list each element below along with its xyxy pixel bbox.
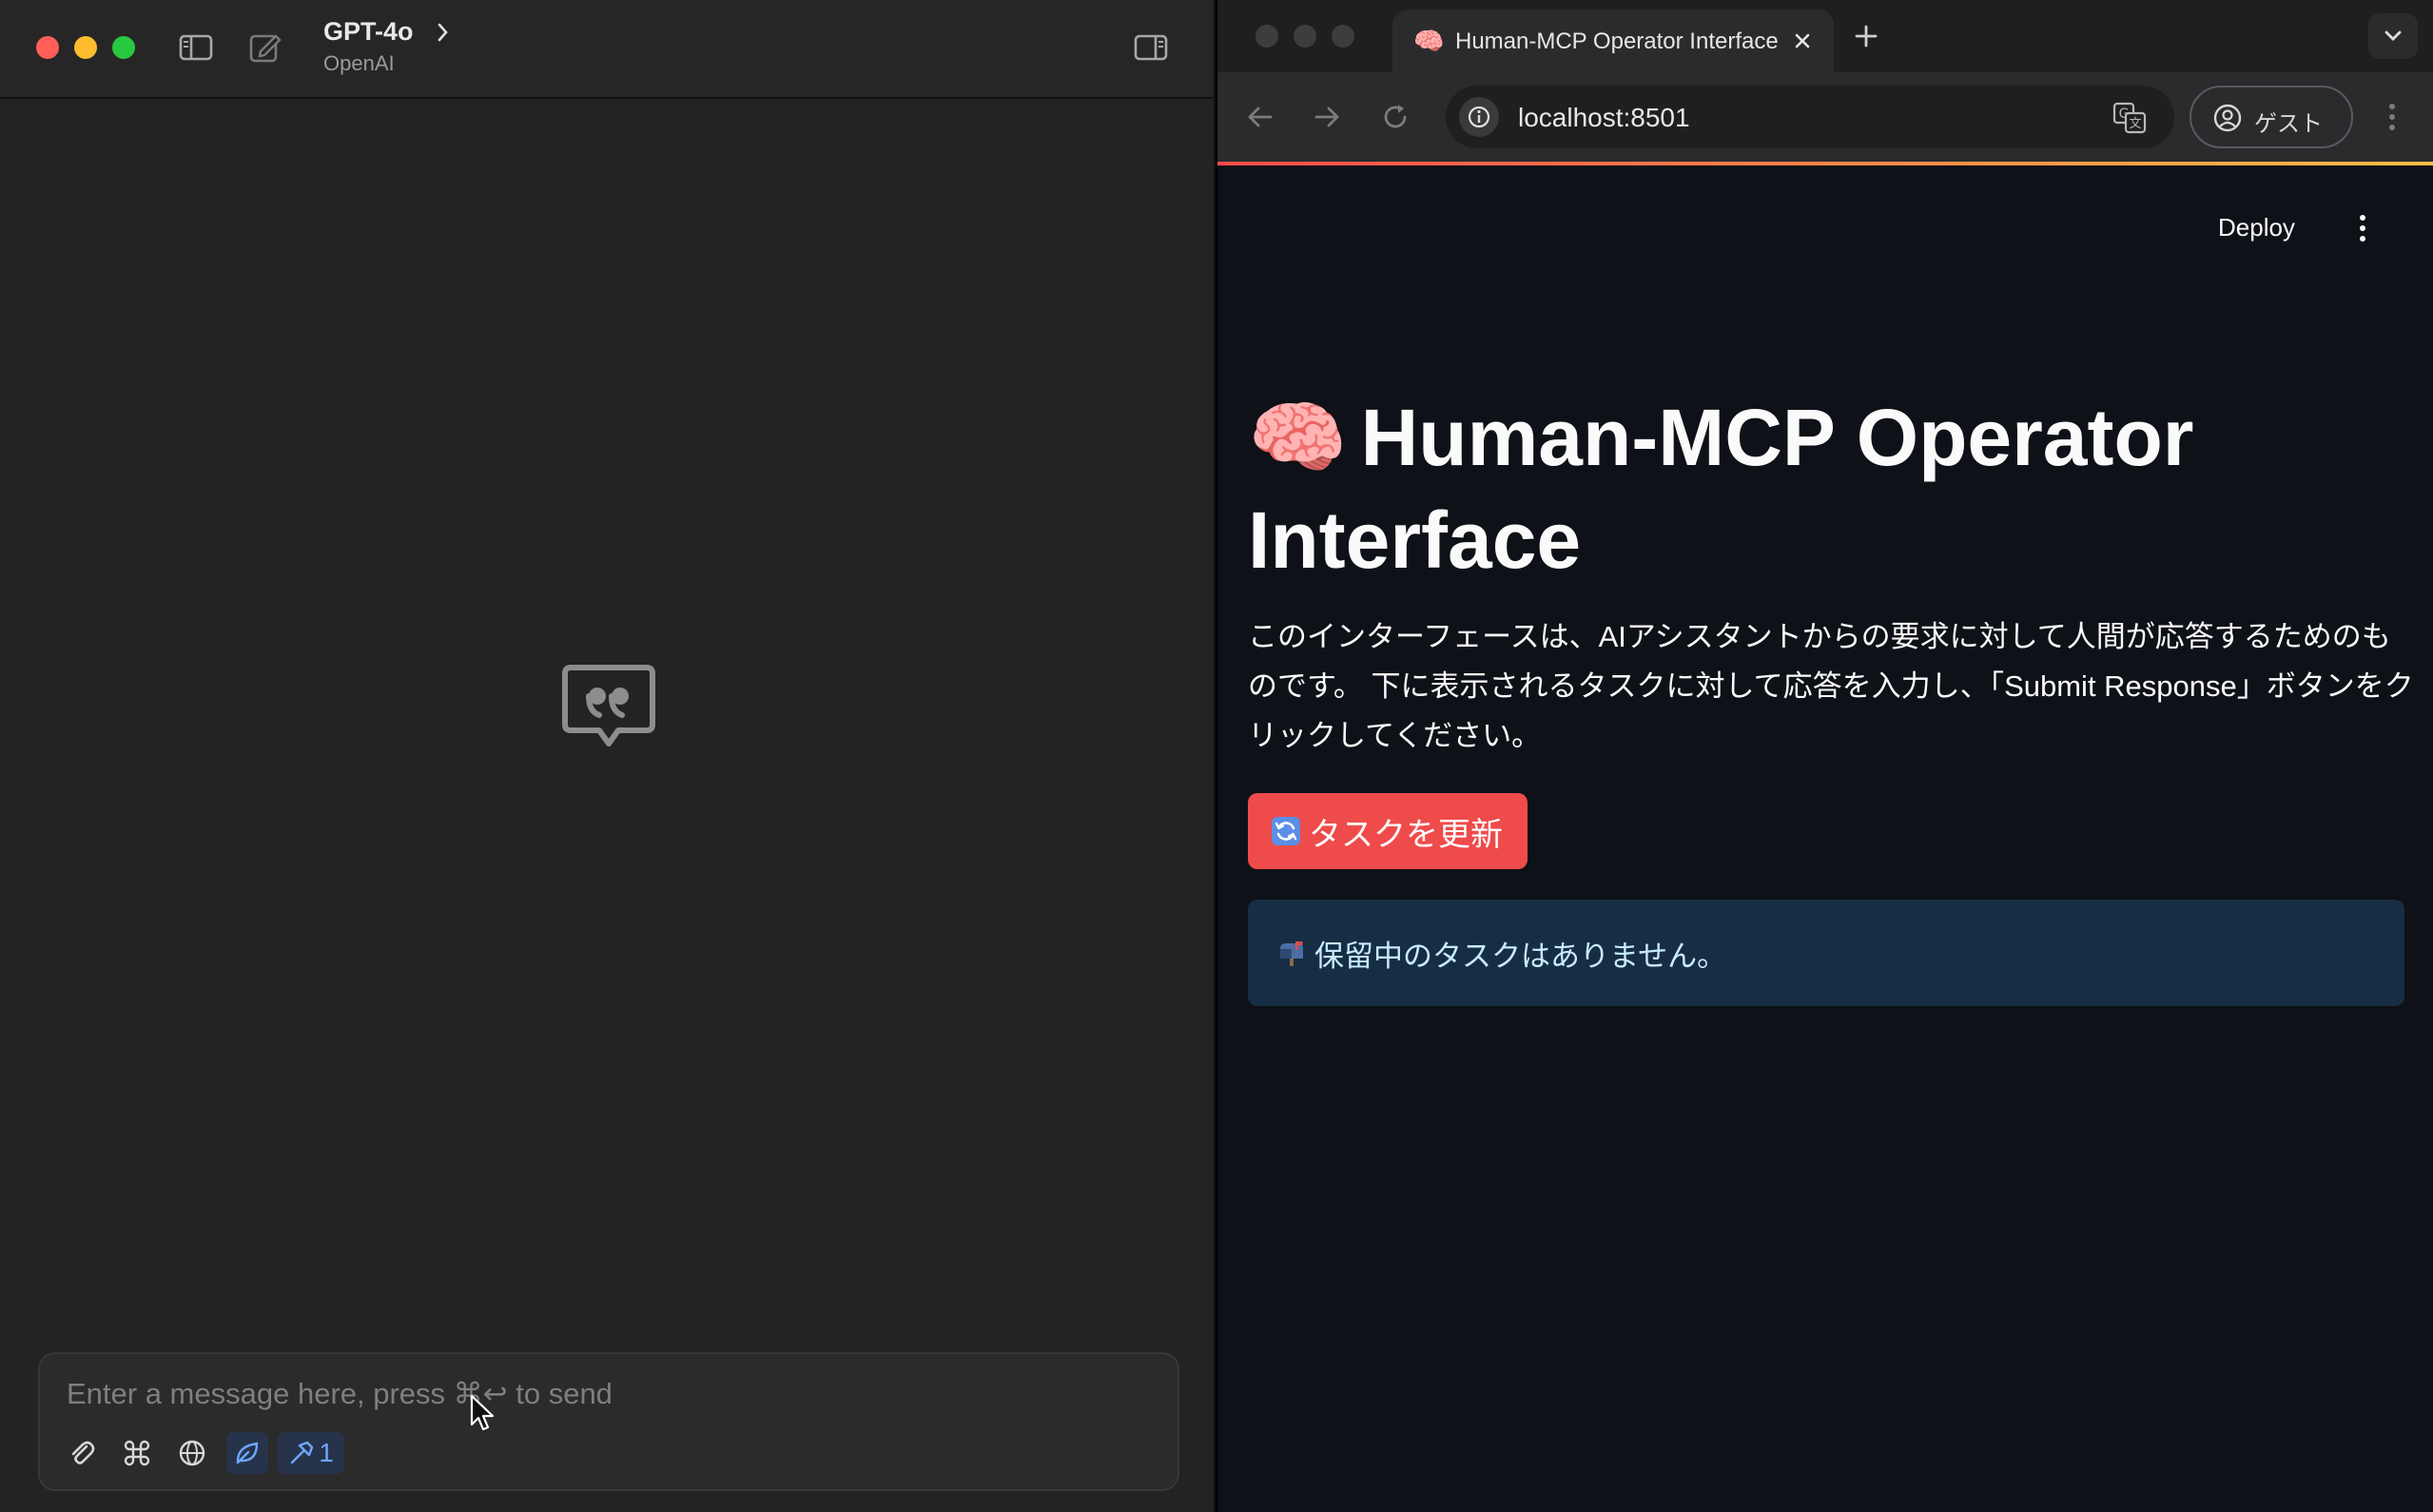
- site-info-icon[interactable]: [1459, 97, 1499, 137]
- translate-icon[interactable]: G 文: [2112, 101, 2148, 135]
- streamlit-page: Deploy 🧠 Human-MCP Operator Interface このイ…: [1217, 165, 2433, 1512]
- page-title: 🧠 Human-MCP Operator Interface: [1248, 386, 2408, 591]
- quote-bubble-icon: [562, 665, 655, 746]
- address-bar[interactable]: localhost:8501 G 文: [1446, 86, 2174, 148]
- refresh-tasks-button[interactable]: タスクを更新: [1248, 793, 1528, 869]
- refresh-icon: [1272, 817, 1300, 845]
- page-description: このインターフェースは、AIアシスタントからの要求に対して人間が応答するためのも…: [1248, 620, 2414, 752]
- info-alert-text: 保留中のタスクはありません。: [1314, 939, 1727, 973]
- zoom-window-button[interactable]: [112, 36, 135, 59]
- tab-search-button[interactable]: [2368, 13, 2418, 59]
- brain-icon: 🧠: [1413, 27, 1445, 55]
- globe-icon: [179, 1440, 205, 1466]
- profile-label: ゲスト: [2254, 111, 2323, 137]
- svg-text:文: 文: [2129, 117, 2141, 131]
- message-composer: 1: [38, 1352, 1179, 1491]
- deploy-button[interactable]: Deploy: [2218, 213, 2295, 242]
- sidebar-toggle-icon[interactable]: [177, 29, 215, 67]
- plus-icon[interactable]: [1851, 21, 1881, 51]
- browser-window: 🧠 Human-MCP Operator Interface localhost…: [1217, 0, 2433, 1512]
- mailbox-icon: [1280, 941, 1303, 966]
- close-window-button[interactable]: [36, 36, 59, 59]
- command-button[interactable]: [116, 1432, 158, 1474]
- chevron-down-icon: [2384, 30, 2402, 41]
- close-icon[interactable]: [1790, 29, 1815, 53]
- page-title-text: Human-MCP Operator Interface: [1248, 393, 2194, 585]
- info-alert: 保留中のタスクはありません。: [1248, 900, 2404, 1006]
- browser-zoom-button[interactable]: [1332, 25, 1354, 48]
- mouse-cursor-icon: [470, 1394, 495, 1431]
- paperclip-icon: [71, 1441, 95, 1464]
- kebab-menu-icon[interactable]: [2357, 211, 2368, 245]
- tools-button[interactable]: 1: [278, 1432, 344, 1474]
- browser-close-button[interactable]: [1255, 25, 1278, 48]
- web-search-button[interactable]: [171, 1432, 213, 1474]
- chat-titlebar: GPT-4o OpenAI: [0, 0, 1214, 99]
- url-text[interactable]: localhost:8501: [1518, 103, 1690, 133]
- command-key-icon: [124, 1440, 150, 1466]
- refresh-button-label: タスクを更新: [1309, 816, 1503, 853]
- reload-icon[interactable]: [1377, 99, 1413, 135]
- browser-minimize-button[interactable]: [1294, 25, 1316, 48]
- browser-tab-active[interactable]: 🧠 Human-MCP Operator Interface: [1392, 10, 1834, 72]
- model-provider: OpenAI: [323, 51, 395, 75]
- message-input[interactable]: [67, 1373, 1113, 1415]
- attach-file-button[interactable]: [61, 1432, 103, 1474]
- right-panel-toggle-icon[interactable]: [1132, 29, 1170, 67]
- brain-icon: 🧠: [1248, 393, 1348, 482]
- hammer-icon: [291, 1441, 314, 1464]
- chat-app-window: GPT-4o OpenAI Enter a message here, pres…: [0, 0, 1216, 1512]
- browser-toolbar: localhost:8501 G 文 ゲスト: [1217, 72, 2433, 162]
- new-chat-icon[interactable]: [245, 29, 283, 67]
- chevron-right-icon[interactable]: [434, 19, 453, 46]
- profile-button[interactable]: ゲスト: [2190, 86, 2353, 148]
- mcp-leaf-button[interactable]: [226, 1432, 268, 1474]
- model-name[interactable]: GPT-4o: [323, 17, 414, 47]
- tab-title: Human-MCP Operator Interface: [1455, 29, 1779, 54]
- minimize-window-button[interactable]: [74, 36, 97, 59]
- kebab-menu-icon[interactable]: [2385, 99, 2399, 135]
- back-arrow-icon[interactable]: [1242, 99, 1278, 135]
- browser-tab-strip: 🧠 Human-MCP Operator Interface: [1217, 0, 2433, 72]
- profile-avatar-icon: [2213, 104, 2242, 132]
- leaf-icon: [236, 1442, 259, 1464]
- tools-count: 1: [319, 1438, 334, 1467]
- info-icon: [1468, 106, 1490, 128]
- forward-arrow-icon[interactable]: [1309, 99, 1345, 135]
